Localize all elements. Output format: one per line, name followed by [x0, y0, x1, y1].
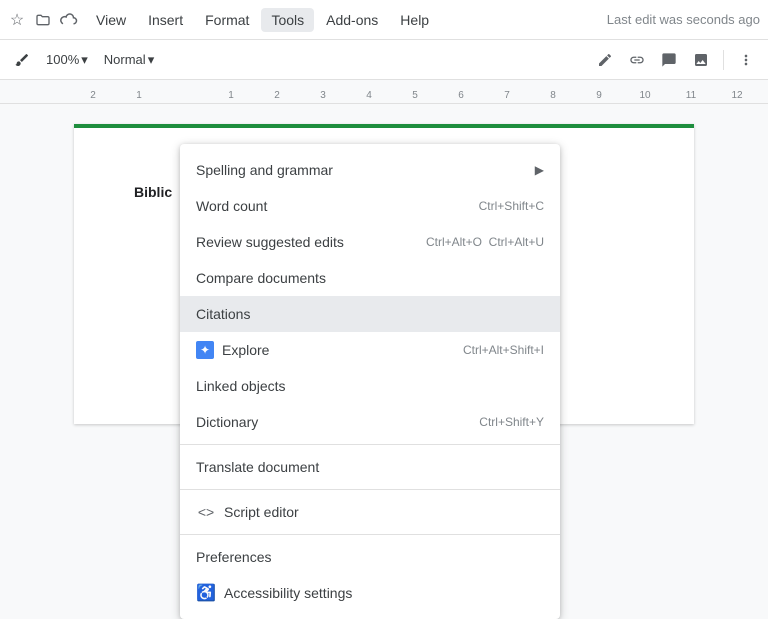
- menu-spelling[interactable]: Spelling and grammar ▶: [180, 152, 560, 188]
- menu-item-insert[interactable]: Insert: [138, 8, 193, 32]
- script-editor-label: Script editor: [224, 504, 544, 520]
- toolbar-image-icon[interactable]: [687, 46, 715, 74]
- menu-explore[interactable]: ✦ Explore Ctrl+Alt+Shift+I: [180, 332, 560, 368]
- toolbar-comment-icon[interactable]: [655, 46, 683, 74]
- dictionary-label: Dictionary: [196, 414, 479, 430]
- green-line: [74, 124, 694, 128]
- review-shortcut: Ctrl+Alt+O Ctrl+Alt+U: [426, 235, 544, 249]
- menu-bar: ☆ View Insert Format Tools Add-ons Help …: [0, 0, 768, 40]
- ruler-num: 3: [300, 90, 346, 101]
- menu-word-count[interactable]: Word count Ctrl+Shift+C: [180, 188, 560, 224]
- menu-item-addons[interactable]: Add-ons: [316, 8, 388, 32]
- toolbar-link-icon[interactable]: [623, 46, 651, 74]
- ruler-numbers: 2 1 1 2 3 4 5 6 7 8 9 10 11 12 13 14: [0, 80, 768, 103]
- last-edit-text: Last edit was seconds ago: [607, 12, 760, 27]
- spelling-label: Spelling and grammar: [196, 162, 535, 178]
- accessibility-label: Accessibility settings: [224, 585, 544, 601]
- menu-review[interactable]: Review suggested edits Ctrl+Alt+O Ctrl+A…: [180, 224, 560, 260]
- menu-item-help[interactable]: Help: [390, 8, 439, 32]
- tools-dropdown: Spelling and grammar ▶ Word count Ctrl+S…: [180, 144, 560, 619]
- biblio-heading: Biblic: [134, 184, 172, 200]
- explore-label: Explore: [222, 342, 463, 358]
- title-bar-icons: ☆: [8, 11, 78, 29]
- toolbar-more-icon[interactable]: [732, 46, 760, 74]
- ruler-num: 2: [70, 90, 116, 101]
- menu-preferences[interactable]: Preferences: [180, 539, 560, 575]
- menu-dictionary[interactable]: Dictionary Ctrl+Shift+Y: [180, 404, 560, 440]
- ruler-num: 12: [714, 90, 760, 101]
- ruler: 2 1 1 2 3 4 5 6 7 8 9 10 11 12 13 14: [0, 80, 768, 104]
- doc-area: Biblic Spelling and grammar ▶ Word count…: [0, 104, 768, 424]
- code-icon: <>: [196, 502, 216, 522]
- ruler-num: 2: [254, 90, 300, 101]
- accessibility-icon: ♿: [196, 583, 216, 603]
- toolbar-separator: [723, 50, 724, 70]
- separator-1: [180, 444, 560, 445]
- toolbar-zoom[interactable]: 100% ▾: [40, 48, 94, 72]
- menu-item-format[interactable]: Format: [195, 8, 259, 32]
- spelling-arrow: ▶: [535, 163, 544, 177]
- menu-item-view[interactable]: View: [86, 8, 136, 32]
- folder-icon[interactable]: [34, 11, 52, 29]
- toolbar-pen-icon[interactable]: [591, 46, 619, 74]
- explore-icon: ✦: [196, 341, 214, 359]
- menu-compare[interactable]: Compare documents: [180, 260, 560, 296]
- menu-linked-objects[interactable]: Linked objects: [180, 368, 560, 404]
- menu-accessibility[interactable]: ♿ Accessibility settings: [180, 575, 560, 611]
- ruler-num: 8: [530, 90, 576, 101]
- star-icon[interactable]: ☆: [8, 11, 26, 29]
- ruler-num: 10: [622, 90, 668, 101]
- explore-shortcut: Ctrl+Alt+Shift+I: [463, 343, 544, 357]
- menu-translate[interactable]: Translate document: [180, 449, 560, 485]
- menu-items: View Insert Format Tools Add-ons Help: [86, 8, 439, 32]
- ruler-num: 4: [346, 90, 392, 101]
- ruler-num: 11: [668, 90, 714, 101]
- ruler-num: 5: [392, 90, 438, 101]
- word-count-label: Word count: [196, 198, 479, 214]
- toolbar-right: [591, 46, 760, 74]
- compare-label: Compare documents: [196, 270, 544, 286]
- ruler-num: 1: [208, 90, 254, 101]
- word-count-shortcut: Ctrl+Shift+C: [479, 199, 544, 213]
- ruler-num: 6: [438, 90, 484, 101]
- cloud-icon[interactable]: [60, 11, 78, 29]
- review-label: Review suggested edits: [196, 234, 426, 250]
- toolbar: 100% ▾ Normal ▾: [0, 40, 768, 80]
- preferences-label: Preferences: [196, 549, 544, 565]
- menu-citations[interactable]: Citations: [180, 296, 560, 332]
- dictionary-shortcut: Ctrl+Shift+Y: [479, 415, 544, 429]
- menu-item-tools[interactable]: Tools: [261, 8, 314, 32]
- ruler-num: 9: [576, 90, 622, 101]
- menu-script-editor[interactable]: <> Script editor: [180, 494, 560, 530]
- linked-objects-label: Linked objects: [196, 378, 544, 394]
- toolbar-paint-format[interactable]: [8, 48, 36, 72]
- ruler-num: 1: [116, 90, 162, 101]
- translate-label: Translate document: [196, 459, 544, 475]
- ruler-num: 13: [760, 90, 768, 101]
- separator-3: [180, 534, 560, 535]
- separator-2: [180, 489, 560, 490]
- toolbar-style[interactable]: Normal ▾: [98, 48, 160, 72]
- citations-label: Citations: [196, 306, 544, 322]
- ruler-num: 7: [484, 90, 530, 101]
